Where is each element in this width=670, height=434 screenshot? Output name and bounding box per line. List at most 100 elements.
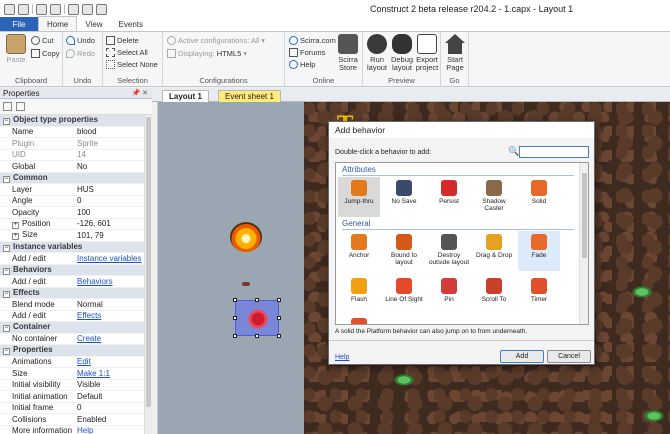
blood-sprite-selected[interactable]	[235, 300, 279, 336]
property-category[interactable]: − Instance variables	[0, 241, 144, 253]
paste-button[interactable]: Paste	[3, 34, 29, 64]
property-link[interactable]: Instance variables	[74, 254, 144, 263]
scirra-link[interactable]: Scirra.com	[289, 36, 336, 45]
layout-canvas[interactable]	[158, 102, 304, 434]
behavior-item[interactable]: Anchor	[338, 231, 380, 271]
property-row[interactable]: Plugin Sprite	[0, 138, 144, 150]
behavior-item[interactable]: Scroll To	[473, 275, 515, 315]
property-value[interactable]: Normal	[74, 300, 144, 309]
explosion-sprite[interactable]	[230, 222, 262, 252]
redo-icon[interactable]	[50, 3, 61, 15]
save-icon[interactable]	[4, 3, 15, 15]
active-configurations-dropdown[interactable]: Active configurations: All ▾	[167, 36, 265, 45]
property-row[interactable]: + Position -126, 601	[0, 219, 144, 230]
behavior-item[interactable]: Jump-thru	[338, 177, 380, 217]
behavior-item[interactable]: Fade	[518, 231, 560, 271]
property-row[interactable]: Initial visibility Visible	[0, 380, 144, 391]
collapse-icon[interactable]: −	[3, 175, 10, 183]
delete-button[interactable]: Delete	[106, 36, 139, 45]
expand-icon[interactable]: +	[12, 221, 19, 229]
behavior-item[interactable]: Flash	[338, 275, 380, 315]
categorized-icon[interactable]	[3, 102, 12, 111]
cut-button[interactable]: Cut	[31, 36, 54, 45]
help-link[interactable]: Help	[335, 354, 349, 361]
select-none-button[interactable]: Select None	[106, 60, 158, 69]
sort-icon[interactable]	[16, 102, 25, 111]
monster-sprite[interactable]	[628, 284, 656, 300]
property-row[interactable]: Size Make 1:1	[0, 368, 144, 380]
tab-view[interactable]: View	[77, 17, 110, 31]
collapse-icon[interactable]: −	[3, 118, 10, 126]
behavior-item[interactable]: Persist	[428, 177, 470, 217]
resize-handle[interactable]	[277, 334, 281, 338]
export-project-button[interactable]: Export project	[414, 34, 440, 72]
property-value[interactable]: 101, 79	[74, 231, 144, 240]
run-layout-button[interactable]: Run layout	[364, 34, 390, 72]
behavior-item[interactable]: No Save	[383, 177, 425, 217]
monster-sprite[interactable]	[640, 408, 668, 424]
property-value[interactable]: HUS	[74, 185, 144, 194]
property-link[interactable]: Help	[74, 426, 144, 434]
property-link[interactable]: Effects	[74, 311, 144, 320]
property-value[interactable]: blood	[74, 127, 144, 136]
bullet-sprite[interactable]	[242, 282, 250, 286]
property-value[interactable]: Visible	[74, 380, 144, 389]
forums-link[interactable]: Forums	[289, 48, 325, 57]
property-category[interactable]: − Common	[0, 172, 144, 184]
property-row[interactable]: Angle 0	[0, 196, 144, 207]
property-row[interactable]: No container Create	[0, 334, 144, 345]
undo-button[interactable]: Undo	[66, 36, 95, 45]
property-link[interactable]: Make 1:1	[74, 369, 144, 378]
property-row[interactable]: Add / edit Instance variables	[0, 253, 144, 265]
select-all-button[interactable]: Select All	[106, 48, 148, 57]
property-row[interactable]: UID 14	[0, 150, 144, 161]
tab-home[interactable]: Home	[38, 16, 78, 31]
property-link[interactable]: Create	[74, 334, 144, 343]
property-category[interactable]: − Object type properties	[0, 115, 144, 127]
property-row[interactable]: Blend mode Normal	[0, 299, 144, 311]
debug-icon[interactable]	[82, 3, 93, 15]
tab-layout-1[interactable]: Layout 1	[162, 90, 209, 102]
property-row[interactable]: Add / edit Effects	[0, 311, 144, 322]
resize-handle[interactable]	[255, 298, 259, 302]
property-row[interactable]: Global No	[0, 161, 144, 173]
help-link[interactable]: Help	[289, 60, 315, 69]
property-row[interactable]: Collisions Enabled	[0, 414, 144, 426]
copy-button[interactable]: Copy	[31, 49, 60, 58]
open-icon[interactable]	[18, 3, 29, 15]
property-value[interactable]: 0	[74, 196, 144, 205]
behavior-item[interactable]: Bound to layout	[383, 231, 425, 271]
behavior-item[interactable]: Solid	[518, 177, 560, 217]
property-row[interactable]: Animations Edit	[0, 357, 144, 368]
behavior-item[interactable]: Destroy outside layout	[428, 231, 470, 271]
tab-file[interactable]: File	[0, 17, 38, 31]
cancel-button[interactable]: Cancel	[547, 350, 591, 363]
resize-handle[interactable]	[277, 298, 281, 302]
property-value[interactable]: 0	[74, 403, 144, 412]
resize-handle[interactable]	[233, 316, 237, 320]
displaying-dropdown[interactable]: Displaying: HTML5 ▾	[167, 49, 247, 58]
property-value[interactable]: No	[74, 162, 144, 171]
property-category[interactable]: − Effects	[0, 287, 144, 299]
property-row[interactable]: Name blood	[0, 127, 144, 138]
property-category[interactable]: − Behaviors	[0, 264, 144, 276]
property-row[interactable]: More information Help	[0, 426, 144, 434]
pin-icon[interactable]: 📌 ✕	[131, 89, 148, 97]
add-button[interactable]: Add	[500, 350, 544, 363]
collapse-icon[interactable]: −	[3, 348, 10, 356]
behavior-item[interactable]	[338, 315, 380, 324]
behavior-item[interactable]: Line Of Sight	[383, 275, 425, 315]
undo-icon[interactable]	[36, 3, 47, 15]
property-row[interactable]: Layer HUS	[0, 184, 144, 196]
property-value[interactable]: Default	[74, 392, 144, 401]
collapse-icon[interactable]: −	[3, 244, 10, 252]
property-row[interactable]: Initial frame 0	[0, 403, 144, 414]
redo-button[interactable]: Redo	[66, 49, 95, 58]
property-row[interactable]: + Size 101, 79	[0, 230, 144, 242]
start-page-button[interactable]: Start Page	[442, 34, 468, 72]
scrollbar-thumb[interactable]	[582, 173, 587, 258]
tab-events[interactable]: Events	[111, 17, 151, 31]
property-value[interactable]: -126, 601	[74, 219, 144, 228]
expand-icon[interactable]: +	[12, 233, 19, 241]
property-value[interactable]: Enabled	[74, 415, 144, 424]
